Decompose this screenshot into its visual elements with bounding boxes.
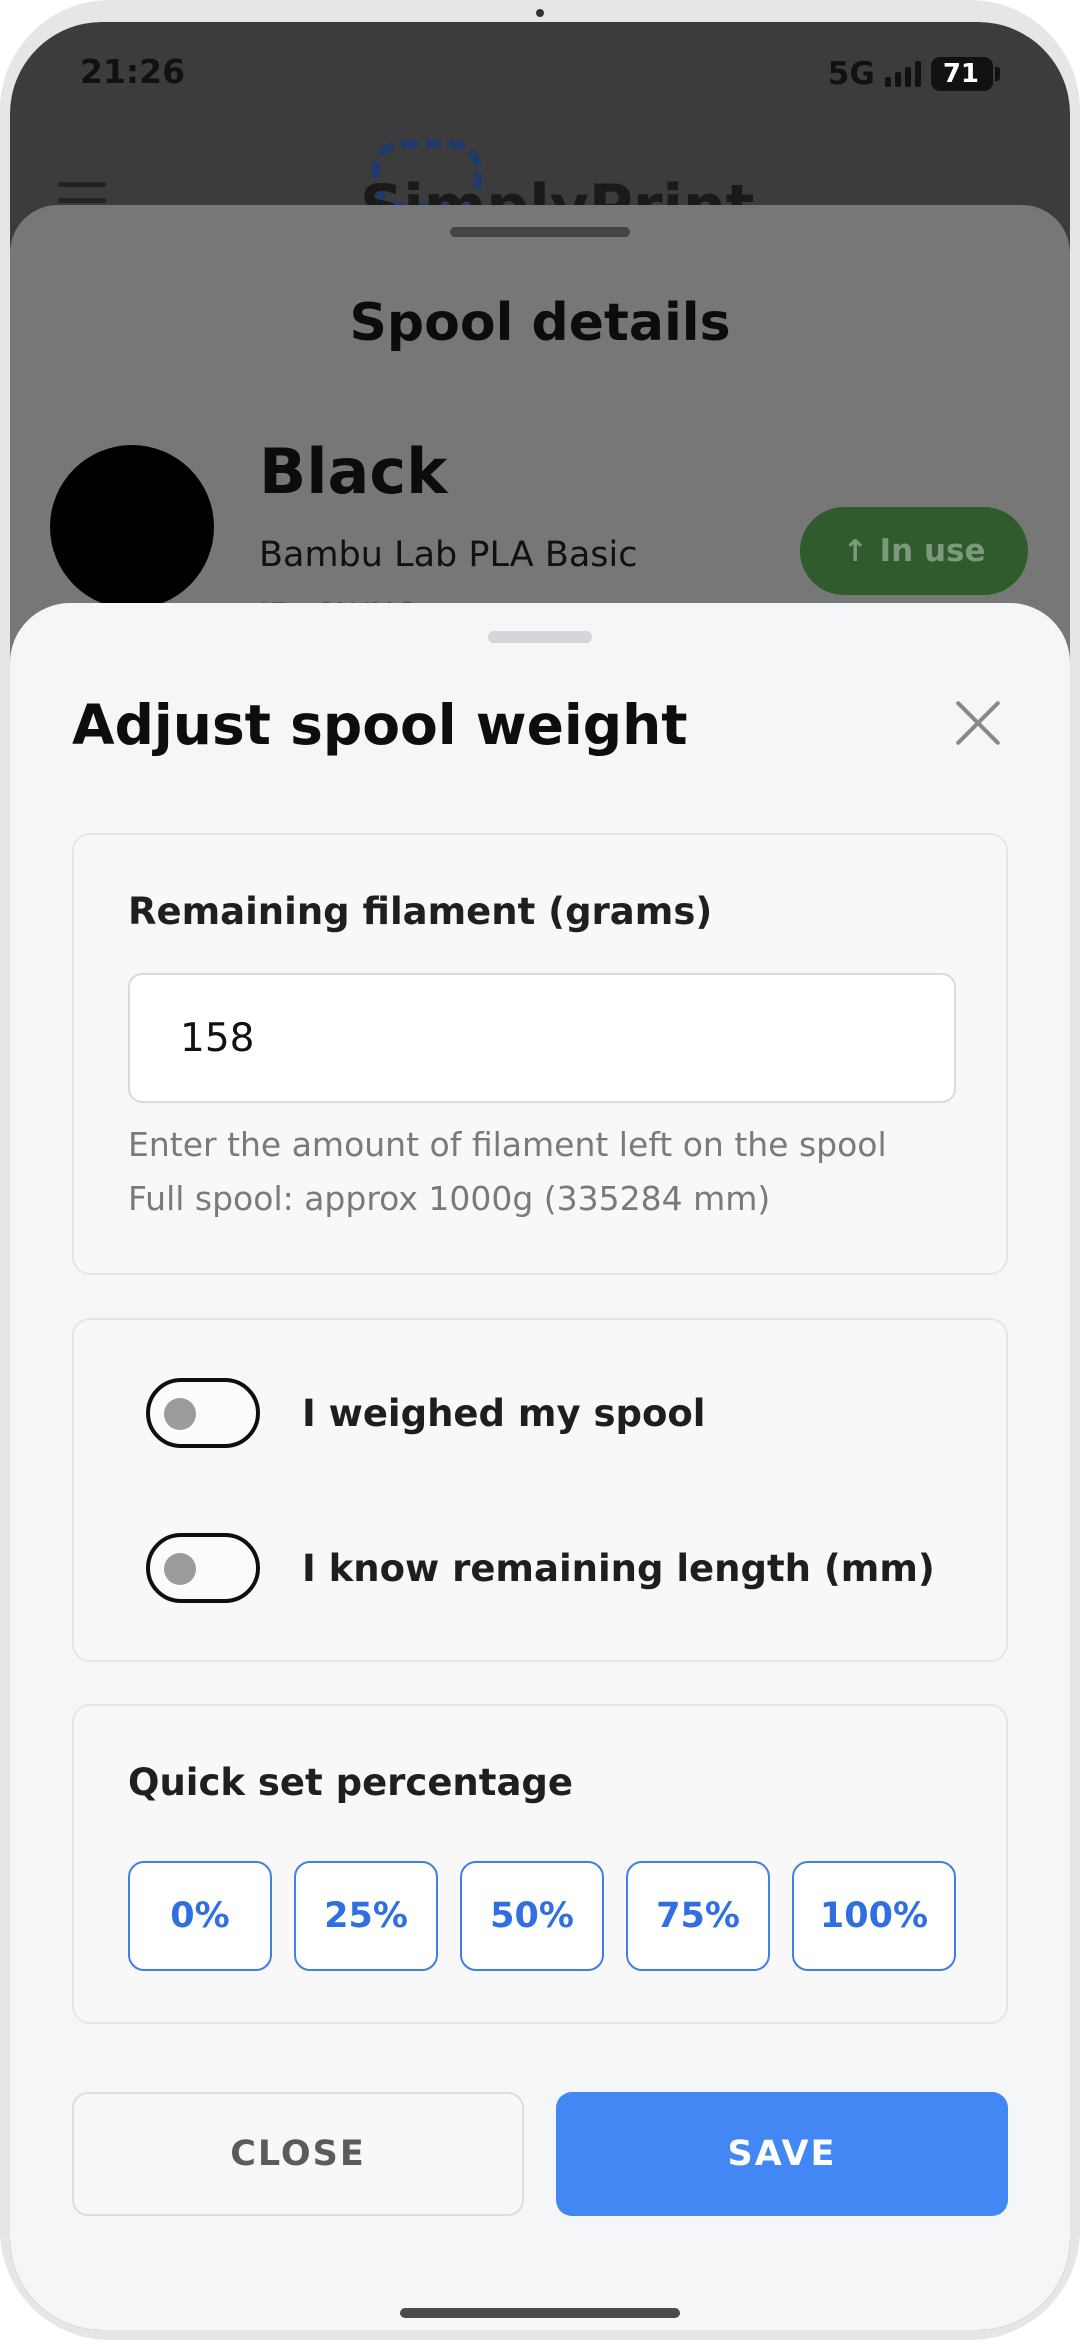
status-time: 21:26 [80, 52, 186, 91]
toggles-card: I weighed my spool I know remaining leng… [72, 1318, 1008, 1662]
status-icons: 5G 71 [828, 56, 1000, 92]
weighed-spool-toggle-row[interactable]: I weighed my spool [146, 1378, 705, 1448]
help-text: Enter the amount of filament left on the… [128, 1125, 887, 1164]
known-length-toggle[interactable] [146, 1533, 260, 1603]
pct-25-button[interactable]: 25% [294, 1861, 438, 1971]
spool-name: Black [259, 435, 448, 508]
signal-icon [884, 61, 921, 87]
quick-set-card: Quick set percentage 0% 25% 50% 75% 100% [72, 1704, 1008, 2024]
spool-details-title: Spool details [349, 293, 731, 353]
weighed-spool-label: I weighed my spool [302, 1391, 706, 1435]
arrow-up-icon: ↑ [842, 533, 868, 569]
quick-set-label: Quick set percentage [128, 1761, 574, 1804]
close-icon[interactable] [948, 693, 1008, 753]
remaining-filament-label: Remaining filament (grams) [128, 890, 713, 933]
screen: 21:26 5G 71 SimplyPrint Spool details Bl… [10, 22, 1070, 2330]
network-type: 5G [827, 56, 875, 92]
camera-dot [536, 9, 544, 17]
in-use-badge[interactable]: ↑ In use [800, 507, 1028, 595]
known-length-label: I know remaining length (mm) [302, 1546, 935, 1590]
pct-75-button[interactable]: 75% [626, 1861, 770, 1971]
sheet-drag-handle[interactable] [488, 631, 592, 643]
adjust-weight-sheet: Adjust spool weight Remaining filament (… [10, 603, 1070, 2330]
quick-set-buttons: 0% 25% 50% 75% 100% [128, 1861, 956, 1971]
remaining-filament-card: Remaining filament (grams) Enter the amo… [72, 833, 1008, 1275]
pct-50-button[interactable]: 50% [460, 1861, 604, 1971]
battery-icon: 71 [930, 57, 1000, 91]
in-use-label: In use [879, 533, 986, 569]
battery-level: 71 [930, 57, 993, 91]
weighed-spool-toggle[interactable] [146, 1378, 260, 1448]
drag-handle[interactable] [450, 227, 630, 237]
close-button[interactable]: CLOSE [72, 2092, 524, 2216]
pct-0-button[interactable]: 0% [128, 1861, 272, 1971]
full-spool-info: Full spool: approx 1000g (335284 mm) [128, 1179, 771, 1218]
known-length-toggle-row[interactable]: I know remaining length (mm) [146, 1533, 935, 1603]
save-button[interactable]: SAVE [556, 2092, 1008, 2216]
pct-100-button[interactable]: 100% [792, 1861, 956, 1971]
spool-color-swatch [50, 445, 214, 609]
sheet-title: Adjust spool weight [72, 693, 688, 757]
remaining-grams-input[interactable] [128, 973, 956, 1103]
spool-material: Bambu Lab PLA Basic [259, 535, 638, 575]
phone-frame: 21:26 5G 71 SimplyPrint Spool details Bl… [0, 0, 1080, 2340]
home-indicator[interactable] [400, 2308, 680, 2318]
